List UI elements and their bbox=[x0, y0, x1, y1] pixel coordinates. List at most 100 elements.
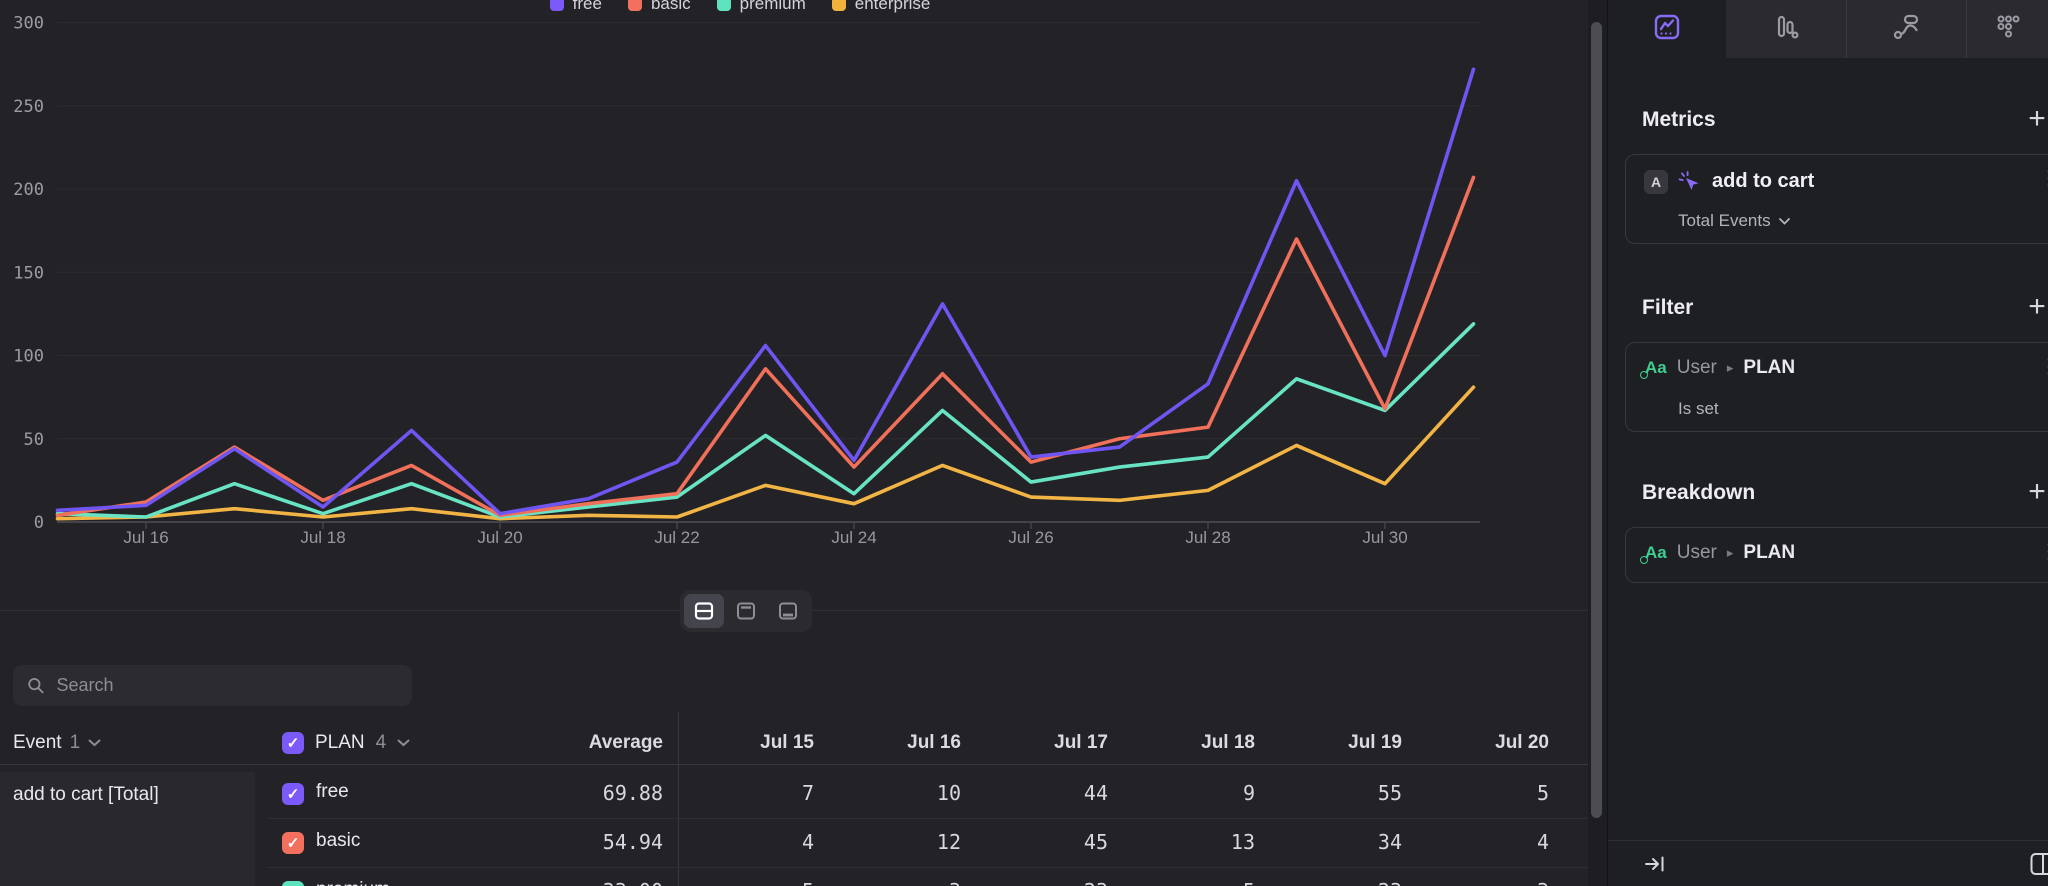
event-count: 1 bbox=[70, 732, 81, 754]
column-header-jul-18[interactable]: Jul 18 bbox=[1201, 722, 1255, 764]
add-filter-button[interactable]: + bbox=[2022, 292, 2048, 322]
cell-value: 3 bbox=[1537, 879, 1549, 886]
series-line-free bbox=[58, 69, 1474, 513]
cell-average: 54.94 bbox=[603, 830, 663, 854]
y-axis-label: 0 bbox=[34, 513, 44, 533]
metrics-heading: Metrics bbox=[1642, 108, 1716, 132]
x-axis-label: Jul 26 bbox=[1008, 528, 1053, 547]
row-checkbox[interactable]: ✓ bbox=[282, 832, 304, 854]
panel-columns-icon[interactable] bbox=[2030, 852, 2048, 876]
chevron-down-icon bbox=[397, 739, 410, 747]
event-header-label: Event bbox=[13, 732, 62, 754]
legend-item-basic[interactable]: basic bbox=[628, 0, 691, 14]
cell-value: 9 bbox=[1243, 781, 1255, 805]
y-axis-label: 250 bbox=[13, 97, 44, 117]
row-checkbox[interactable]: ✓ bbox=[282, 881, 304, 886]
breakdown-scope: User bbox=[1677, 542, 1717, 564]
y-axis-label: 300 bbox=[13, 14, 44, 34]
legend-item-premium[interactable]: premium bbox=[717, 0, 806, 14]
series-line-premium bbox=[58, 324, 1474, 517]
text-property-icon: Aa bbox=[1643, 358, 1667, 378]
flows-icon bbox=[1890, 11, 1922, 48]
cell-average: 33.00 bbox=[603, 879, 663, 886]
row-checkbox[interactable]: ✓ bbox=[282, 783, 304, 805]
column-header-jul-19[interactable]: Jul 19 bbox=[1348, 722, 1402, 764]
legend-swatch bbox=[832, 0, 846, 11]
legend-swatch bbox=[717, 0, 731, 11]
add-metric-button[interactable]: + bbox=[2022, 104, 2048, 134]
cell-value: 34 bbox=[1378, 830, 1402, 854]
layout-toggle-split-rows-view[interactable] bbox=[684, 594, 724, 628]
plan-column-header[interactable]: ✓ PLAN 4 bbox=[282, 722, 410, 764]
cell-value: 23 bbox=[1378, 879, 1402, 886]
cell-value: 4 bbox=[1537, 830, 1549, 854]
breakdown-card[interactable]: Aa User ▸ PLAN ••• bbox=[1625, 527, 2048, 583]
sidebar-tab-grid-dots[interactable] bbox=[1966, 0, 2048, 58]
line-chart-icon bbox=[1651, 11, 1683, 48]
search-icon bbox=[27, 676, 44, 695]
event-column-header[interactable]: Event 1 bbox=[13, 722, 101, 764]
metric-event-name[interactable]: add to cart bbox=[1712, 170, 1814, 193]
column-header-average[interactable]: Average bbox=[589, 722, 663, 764]
cell-value: 7 bbox=[802, 781, 814, 805]
legend-item-enterprise[interactable]: enterprise bbox=[832, 0, 931, 14]
sidebar-tab-line-chart[interactable] bbox=[1608, 0, 1726, 58]
row-divider bbox=[267, 867, 1588, 868]
x-axis-label: Jul 24 bbox=[831, 528, 876, 547]
x-axis-label: Jul 30 bbox=[1362, 528, 1407, 547]
add-breakdown-button[interactable]: + bbox=[2022, 477, 2048, 507]
layout-toggle-header-panel-view[interactable] bbox=[726, 594, 766, 628]
sidebar-tab-bar-chart[interactable] bbox=[1726, 0, 1846, 58]
grid-dots-icon bbox=[1992, 11, 2024, 48]
cell-average: 69.88 bbox=[603, 781, 663, 805]
sidebar-tab-flows[interactable] bbox=[1846, 0, 1966, 58]
event-click-icon bbox=[1678, 171, 1700, 193]
row-label: premium bbox=[316, 879, 390, 886]
collapse-right-icon[interactable] bbox=[1644, 853, 1666, 875]
tab-divider bbox=[1846, 0, 1847, 58]
metric-aggregation[interactable]: Total Events bbox=[1678, 211, 1790, 231]
legend-label: premium bbox=[740, 0, 806, 14]
search-box[interactable] bbox=[13, 665, 412, 706]
filter-condition[interactable]: Is set bbox=[1678, 399, 1719, 419]
cell-value: 44 bbox=[1084, 781, 1108, 805]
event-row-label: add to cart [Total] bbox=[0, 772, 255, 806]
plan-count: 4 bbox=[376, 732, 387, 754]
y-axis-label: 50 bbox=[24, 430, 44, 450]
cell-value: 5 bbox=[802, 879, 814, 886]
plan-select-all-checkbox[interactable]: ✓ bbox=[282, 732, 304, 754]
cell-value: 13 bbox=[1231, 830, 1255, 854]
series-line-enterprise bbox=[58, 387, 1474, 519]
x-axis-label: Jul 20 bbox=[477, 528, 522, 547]
column-header-jul-17[interactable]: Jul 17 bbox=[1054, 722, 1108, 764]
caret-right-icon: ▸ bbox=[1727, 360, 1734, 376]
layout-toggle-footer-panel-view[interactable] bbox=[768, 594, 808, 628]
sidebar-bottom-bar bbox=[1608, 840, 2048, 886]
chevron-down-icon bbox=[1779, 218, 1790, 225]
cell-value: 5 bbox=[1537, 781, 1549, 805]
metric-letter-badge: A bbox=[1644, 170, 1668, 194]
text-property-icon: Aa bbox=[1643, 543, 1667, 563]
search-input[interactable] bbox=[56, 675, 398, 696]
scrollbar-thumb[interactable] bbox=[1591, 22, 1602, 818]
table-vertical-divider bbox=[678, 712, 679, 886]
column-header-jul-15[interactable]: Jul 15 bbox=[760, 722, 814, 764]
cell-value: 23 bbox=[1084, 879, 1108, 886]
column-header-jul-16[interactable]: Jul 16 bbox=[907, 722, 961, 764]
y-axis-label: 200 bbox=[13, 180, 44, 200]
filter-property[interactable]: PLAN bbox=[1743, 357, 1795, 379]
chart-and-table-panel: 050100150200250300Jul 16Jul 18Jul 20Jul … bbox=[0, 0, 1588, 886]
event-row-cell[interactable]: add to cart [Total] bbox=[0, 772, 255, 886]
filter-card[interactable]: Aa User ▸ PLAN ••• Is set bbox=[1625, 342, 2048, 432]
column-header-jul-20[interactable]: Jul 20 bbox=[1495, 722, 1549, 764]
plan-header-label: PLAN bbox=[315, 732, 365, 754]
layout-toggle-group[interactable] bbox=[680, 590, 812, 632]
legend-swatch bbox=[628, 0, 642, 11]
cell-value: 10 bbox=[937, 781, 961, 805]
breakdown-property[interactable]: PLAN bbox=[1743, 542, 1795, 564]
metric-card[interactable]: A add to cart ••• Total Events bbox=[1625, 154, 2048, 244]
vertical-scrollbar[interactable] bbox=[1588, 0, 1607, 886]
legend-label: basic bbox=[651, 0, 691, 14]
breakdown-heading: Breakdown bbox=[1642, 481, 1755, 505]
legend-item-free[interactable]: free bbox=[550, 0, 602, 14]
